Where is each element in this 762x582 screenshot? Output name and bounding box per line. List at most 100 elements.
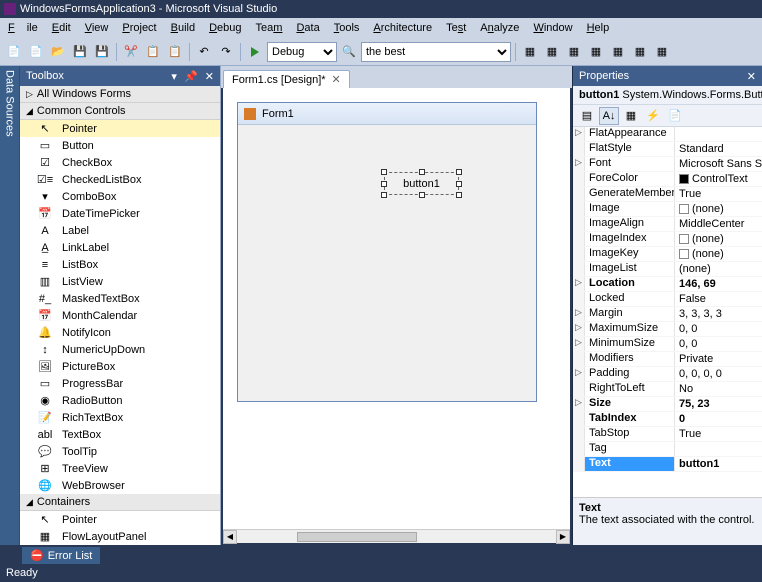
toolbox-item-progressbar[interactable]: ▭ProgressBar [20, 375, 220, 392]
toolbox-item-tooltip[interactable]: 💬ToolTip [20, 443, 220, 460]
property-row-tabstop[interactable]: TabStopTrue [573, 427, 762, 442]
alphabetical-icon[interactable]: A↓ [599, 107, 619, 125]
toolbox-item-pointer[interactable]: ↖Pointer [20, 120, 220, 137]
config-dropdown[interactable]: Debug [267, 42, 337, 62]
ext3-icon[interactable]: ▦ [564, 42, 584, 62]
property-row-locked[interactable]: LockedFalse [573, 292, 762, 307]
toolbox-item-button[interactable]: ▭Button [20, 137, 220, 154]
toolbox-item-maskedtextbox[interactable]: #_MaskedTextBox [20, 290, 220, 307]
events-icon[interactable]: ⚡ [643, 107, 663, 125]
find-icon[interactable]: 🔍 [339, 42, 359, 62]
menu-view[interactable]: View [79, 20, 115, 36]
property-row-tabindex[interactable]: TabIndex0 [573, 412, 762, 427]
property-value[interactable]: 0, 0, 0, 0 [675, 367, 762, 381]
property-object-selector[interactable]: button1 System.Windows.Forms.Button [573, 86, 762, 105]
property-row-font[interactable]: ▷FontMicrosoft Sans Ser [573, 157, 762, 172]
property-row-forecolor[interactable]: ForeColorControlText [573, 172, 762, 187]
menu-debug[interactable]: Debug [203, 20, 247, 36]
property-value[interactable]: 0, 0 [675, 337, 762, 351]
expand-icon[interactable]: ▷ [573, 367, 585, 381]
property-row-modifiers[interactable]: ModifiersPrivate [573, 352, 762, 367]
toolbox-item-checkedlistbox[interactable]: ☑≡CheckedListBox [20, 171, 220, 188]
property-row-flatappearance[interactable]: ▷FlatAppearance [573, 127, 762, 142]
toolbox-item-notifyicon[interactable]: 🔔NotifyIcon [20, 324, 220, 341]
menu-build[interactable]: Build [165, 20, 201, 36]
property-row-righttoleft[interactable]: RightToLeftNo [573, 382, 762, 397]
toolbox-item-picturebox[interactable]: 🖼PictureBox [20, 358, 220, 375]
property-value[interactable]: True [675, 427, 762, 441]
toolbox-item-datetimepicker[interactable]: 📅DateTimePicker [20, 205, 220, 222]
expand-icon[interactable]: ▷ [573, 277, 585, 291]
ext6-icon[interactable]: ▦ [630, 42, 650, 62]
property-value[interactable]: True [675, 187, 762, 201]
property-value[interactable]: ControlText [675, 172, 762, 186]
property-row-padding[interactable]: ▷Padding0, 0, 0, 0 [573, 367, 762, 382]
property-value[interactable]: No [675, 382, 762, 396]
expand-icon[interactable]: ▷ [573, 397, 585, 411]
property-row-image[interactable]: Image(none) [573, 202, 762, 217]
toolbox-item-numericupdown[interactable]: ↕NumericUpDown [20, 341, 220, 358]
property-row-text[interactable]: Textbutton1 [573, 457, 762, 472]
toolbox-item-label[interactable]: ALabel [20, 222, 220, 239]
property-row-maximumsize[interactable]: ▷MaximumSize0, 0 [573, 322, 762, 337]
scroll-right-icon[interactable]: ▶ [556, 530, 570, 544]
property-row-location[interactable]: ▷Location146, 69 [573, 277, 762, 292]
ext5-icon[interactable]: ▦ [608, 42, 628, 62]
property-value[interactable]: 0 [675, 412, 762, 426]
menu-help[interactable]: Help [581, 20, 616, 36]
pin-icon[interactable]: 📌 [184, 71, 198, 83]
ext2-icon[interactable]: ▦ [542, 42, 562, 62]
close-icon[interactable]: ✕ [205, 71, 214, 83]
document-tab[interactable]: Form1.cs [Design]* ✕ [223, 70, 350, 88]
toolbox-item-linklabel[interactable]: A̲LinkLabel [20, 239, 220, 256]
platform-dropdown[interactable]: the best [361, 42, 511, 62]
scroll-left-icon[interactable]: ◀ [223, 530, 237, 544]
designer-button1[interactable]: button1 [384, 172, 459, 195]
property-grid[interactable]: ▷FlatAppearanceFlatStyleStandard▷FontMic… [573, 127, 762, 497]
toolbox-item-radiobutton[interactable]: ◉RadioButton [20, 392, 220, 409]
save-all-icon[interactable]: 💾 [92, 42, 112, 62]
expand-icon[interactable]: ▷ [573, 157, 585, 171]
property-value[interactable]: (none) [675, 202, 762, 216]
property-value[interactable]: 3, 3, 3, 3 [675, 307, 762, 321]
toolbox-item-listbox[interactable]: ≡ListBox [20, 256, 220, 273]
toolbox-item-combobox[interactable]: ▾ComboBox [20, 188, 220, 205]
form-window[interactable]: Form1 button1 [237, 102, 537, 402]
expand-icon[interactable]: ▷ [573, 322, 585, 336]
error-list-tab[interactable]: ⛔ Error List [22, 547, 100, 564]
property-row-size[interactable]: ▷Size75, 23 [573, 397, 762, 412]
property-row-margin[interactable]: ▷Margin3, 3, 3, 3 [573, 307, 762, 322]
ext4-icon[interactable]: ▦ [586, 42, 606, 62]
property-row-imageindex[interactable]: ImageIndex(none) [573, 232, 762, 247]
paste-icon[interactable]: 📋 [165, 42, 185, 62]
designer-scrollbar-h[interactable]: ◀ ▶ [223, 529, 570, 543]
cut-icon[interactable]: ✂️ [121, 42, 141, 62]
data-sources-tab[interactable]: Data Sources [0, 66, 20, 545]
redo-icon[interactable]: ↷ [216, 42, 236, 62]
toolbox-item-treeview[interactable]: ⊞TreeView [20, 460, 220, 477]
scroll-thumb[interactable] [297, 532, 417, 542]
menu-project[interactable]: Project [116, 20, 162, 36]
menu-data[interactable]: Data [290, 20, 325, 36]
properties-icon[interactable]: ▦ [621, 107, 641, 125]
tab-close-icon[interactable]: ✕ [332, 73, 341, 86]
property-value[interactable]: 0, 0 [675, 322, 762, 336]
add-item-icon[interactable]: 📄 [26, 42, 46, 62]
property-value[interactable]: button1 [675, 457, 762, 471]
toolbox-item-pointer[interactable]: ↖Pointer [20, 511, 220, 528]
property-value[interactable] [675, 442, 762, 456]
toolbox-item-listview[interactable]: ▥ListView [20, 273, 220, 290]
property-value[interactable]: 146, 69 [675, 277, 762, 291]
expand-icon[interactable]: ▷ [573, 337, 585, 351]
property-row-imagealign[interactable]: ImageAlignMiddleCenter [573, 217, 762, 232]
group-common-controls[interactable]: ◢Common Controls [20, 103, 220, 120]
property-value[interactable]: (none) [675, 247, 762, 261]
property-row-imagelist[interactable]: ImageList(none) [573, 262, 762, 277]
property-value[interactable]: Private [675, 352, 762, 366]
toolbox-item-textbox[interactable]: ablTextBox [20, 426, 220, 443]
toolbox-item-monthcalendar[interactable]: 📅MonthCalendar [20, 307, 220, 324]
property-pages-icon[interactable]: 📄 [665, 107, 685, 125]
start-debug-icon[interactable] [245, 42, 265, 62]
dropdown-icon[interactable]: ▾ [171, 71, 177, 83]
menu-tools[interactable]: Tools [328, 20, 366, 36]
